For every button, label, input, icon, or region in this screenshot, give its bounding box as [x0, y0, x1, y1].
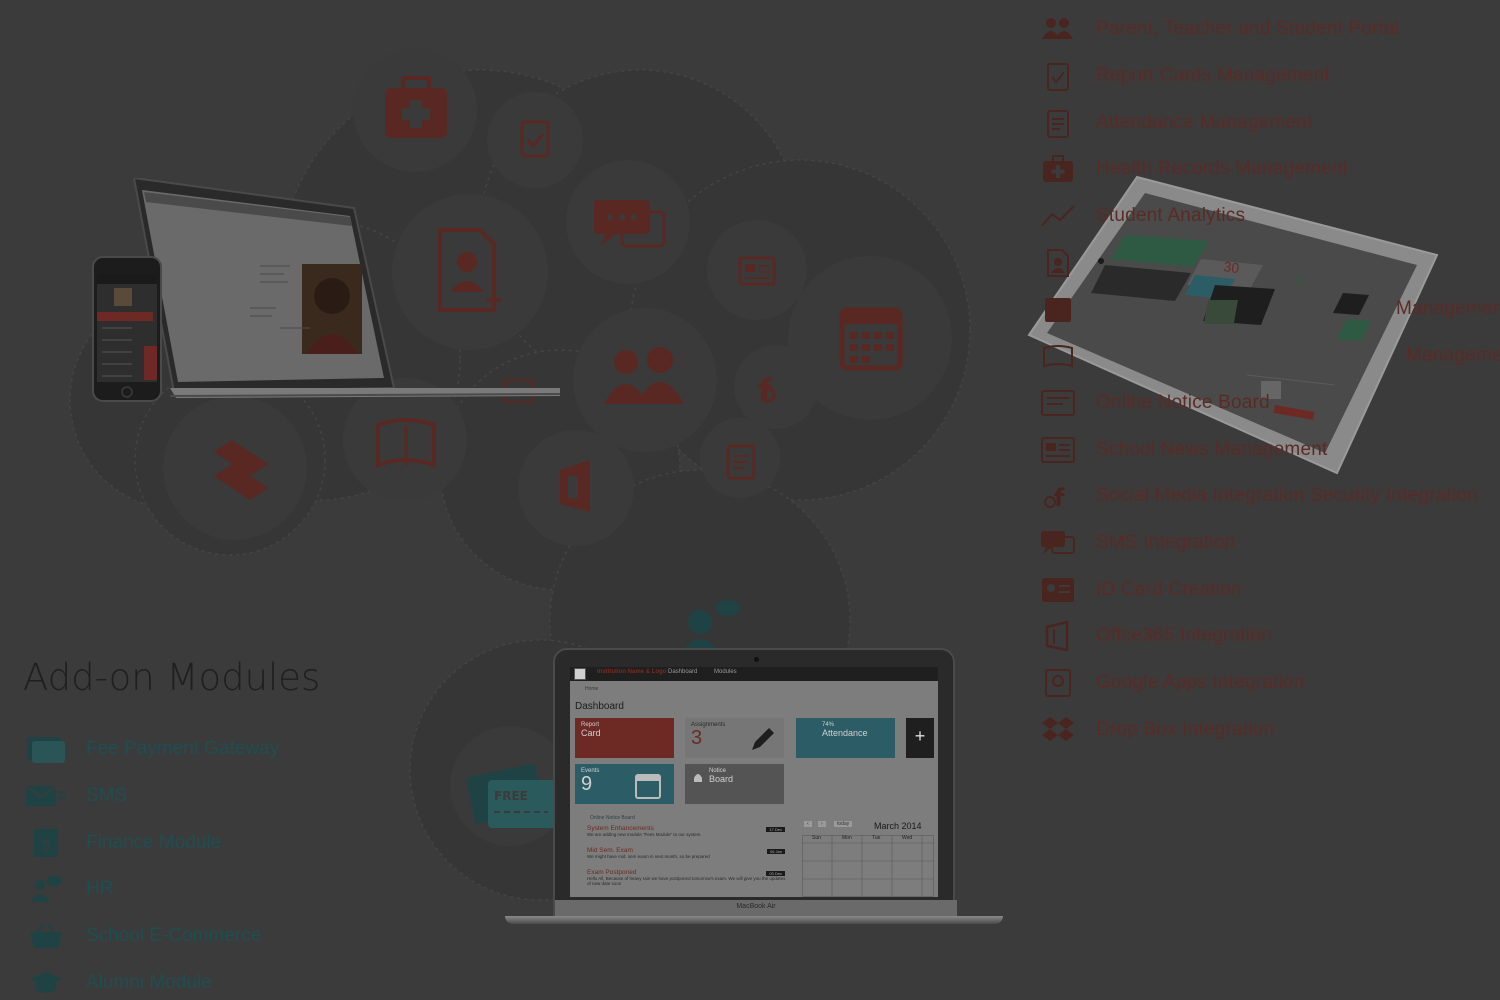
feature-item[interactable]: Drop Box Integration [1030, 706, 1500, 753]
clipboard-check-icon [1038, 60, 1078, 92]
pencil-icon [752, 728, 774, 750]
addon-modules-title: Add-on Modules [23, 656, 321, 699]
calendar-day-mon: Mon [842, 835, 852, 841]
dropbox-icon [1038, 714, 1078, 746]
id-card-icon [1038, 574, 1078, 606]
calendar-icon [635, 774, 661, 799]
first-aid-kit-icon [1038, 153, 1078, 185]
list-item[interactable]: Exam Postponed Hello All, Because of hea… [587, 869, 787, 886]
calendar-grid[interactable] [802, 835, 934, 897]
svg-text:$: $ [41, 835, 51, 854]
calendar-today-button[interactable]: today [834, 821, 853, 827]
feature-item[interactable] [1030, 239, 1500, 286]
macbook-device: Institution Name & Logo Dashboard Module… [505, 648, 1003, 930]
institution-name: Institution Name & Logo [597, 669, 667, 675]
feature-item[interactable]: School News Management [1030, 426, 1500, 473]
calendar-day-wed: Wed [902, 835, 913, 841]
office-icon [1038, 620, 1078, 652]
macbook-brand: MacBook Air [736, 903, 776, 910]
people-group-icon [1038, 13, 1078, 45]
chat-bubbles-icon [1038, 527, 1078, 559]
list-item[interactable]: System Enhancements We are adding new mo… [587, 825, 787, 837]
online-notice-board: Online Notice Board System Enhancements … [580, 813, 786, 897]
calendar-day-tue: Tue [872, 835, 881, 841]
addon-item[interactable]: Alumni Module [24, 959, 279, 1000]
feature-item[interactable]: Google Apps Integration [1030, 660, 1500, 707]
notice-board-tile[interactable]: Notice Board [685, 764, 784, 804]
camera-dot [754, 657, 759, 662]
addon-item[interactable]: School E-Commerce [24, 913, 279, 960]
addon-item[interactable]: Fee Payment Gateway [24, 726, 279, 773]
feature-item[interactable]: Student Analytics [1030, 193, 1500, 240]
assignments-tile[interactable]: Assignments 3 [685, 718, 784, 758]
notice-board-icon [1038, 387, 1078, 419]
calendar-widget: ‹ › today March 2014 Sun Mon Tue Wed [802, 817, 934, 897]
feature-item[interactable]: Management [1030, 286, 1500, 333]
addon-list: Fee Payment Gateway SMS $ Finance Module… [24, 726, 279, 1000]
newspaper-icon [1038, 434, 1078, 466]
feature-item[interactable]: Health Records Management [1030, 146, 1500, 193]
chart-house-icon [1038, 200, 1078, 232]
feature-list: Parent, Teacher and Student Portal Repor… [1030, 6, 1500, 753]
feature-item[interactable]: ID Card Creation [1030, 566, 1500, 613]
addon-item[interactable]: SMS [24, 773, 279, 820]
nav-modules[interactable]: Modules [714, 669, 737, 675]
social-media-icon: f [758, 372, 776, 410]
report-card-tile[interactable]: Report Card [575, 718, 674, 758]
feature-item[interactable]: Online Notice Board [1030, 380, 1500, 427]
envelope-icon [24, 780, 68, 812]
credit-card-icon [24, 733, 68, 765]
clipboard-list-icon [1038, 107, 1078, 139]
nav-dashboard[interactable]: Dashboard [668, 669, 697, 675]
macbook-base [505, 916, 1003, 924]
feature-item[interactable]: Report Cards Management [1030, 53, 1500, 100]
list-item[interactable]: Mid Sem. Exam We might have mid. sem exa… [587, 847, 787, 859]
document-user-icon [1038, 247, 1078, 279]
feature-item[interactable]: Attendance Management [1030, 99, 1500, 146]
feature-item[interactable]: Management [1030, 333, 1500, 380]
feature-item[interactable]: Offce365 Integration [1030, 613, 1500, 660]
events-tile[interactable]: Events 9 [575, 764, 674, 804]
feature-item[interactable]: f Social Media Integration Security Inte… [1030, 473, 1500, 520]
add-tile-button[interactable]: + [906, 718, 934, 758]
macbook-frame: Institution Name & Logo Dashboard Module… [553, 648, 957, 920]
attendance-tile[interactable]: 74% Attendance [796, 718, 895, 758]
notice-board-heading: Online Notice Board [590, 815, 635, 821]
svg-text:f: f [1054, 484, 1065, 510]
phone-device [92, 256, 162, 402]
feature-item[interactable]: Parent, Teacher and Student Portal [1030, 6, 1500, 53]
bell-icon [694, 774, 702, 782]
feature-item[interactable]: SMS Integration [1030, 520, 1500, 567]
calendar-next-button[interactable]: › [818, 821, 826, 827]
book-icon [1038, 340, 1078, 372]
calendar-day-sun: Sun [812, 835, 821, 841]
google-apps-icon [1038, 667, 1078, 699]
addon-item[interactable]: HR [24, 866, 279, 913]
finance-document-icon: $ [24, 827, 68, 859]
dashboard-screen: Institution Name & Logo Dashboard Module… [570, 667, 938, 897]
page: f FREE 30 9 Parent, Teacher and Student … [0, 0, 1500, 1000]
shopping-basket-icon [24, 920, 68, 952]
calendar-icon [1038, 293, 1078, 325]
addon-item[interactable]: $ Finance Module [24, 819, 279, 866]
calendar-prev-button[interactable]: ‹ [804, 821, 812, 827]
institution-logo-icon [574, 668, 586, 680]
social-media-icon: f [1038, 480, 1078, 512]
dashboard-topbar: Institution Name & Logo Dashboard Module… [570, 667, 938, 681]
page-title: Dashboard [575, 701, 624, 712]
breadcrumb[interactable]: Home [585, 686, 598, 692]
calendar-month: March 2014 [874, 821, 922, 831]
graduation-cap-icon [24, 967, 68, 999]
laptop-device [132, 178, 561, 398]
hr-person-icon [24, 873, 68, 905]
